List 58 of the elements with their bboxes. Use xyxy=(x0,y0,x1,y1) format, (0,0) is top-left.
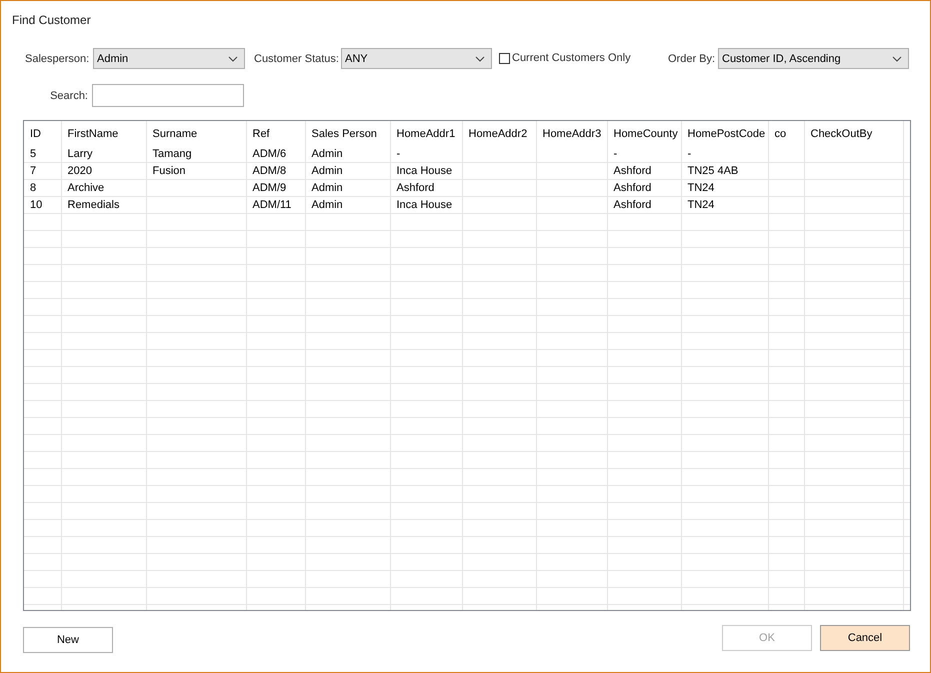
salesperson-label: Salesperson: xyxy=(25,52,90,64)
column-header[interactable]: HomeCounty xyxy=(614,128,678,140)
table-cell: 2020 xyxy=(68,165,92,177)
table-cell: Larry xyxy=(68,148,93,160)
table-cell: TN24 xyxy=(688,182,714,194)
order-by-label: Order By: xyxy=(668,52,716,64)
table-cell: ADM/9 xyxy=(252,182,286,194)
column-header[interactable]: CheckOutBy xyxy=(810,128,872,140)
column-header[interactable]: Sales Person xyxy=(312,128,377,140)
column-header[interactable]: HomeAddr1 xyxy=(396,128,456,140)
dialog-button[interactable]: New xyxy=(23,627,113,653)
table-cell: Ashford xyxy=(614,182,652,194)
salesperson-dropdown[interactable]: Admin xyxy=(93,48,245,69)
column-header[interactable]: HomeAddr2 xyxy=(468,128,528,140)
table-cell: 10 xyxy=(30,199,42,211)
table-cell: Admin xyxy=(312,199,343,211)
table-cell: Remedials xyxy=(68,199,120,211)
table-cell: TN25 4AB xyxy=(688,165,738,177)
column-header[interactable]: HomePostCode xyxy=(688,128,766,140)
chevron-icon xyxy=(892,56,902,62)
customer-status-dropdown[interactable]: ANY xyxy=(341,48,492,69)
table-cell: - xyxy=(396,148,400,160)
search-label: Search: xyxy=(49,90,88,102)
table-cell: Inca House xyxy=(396,199,452,211)
checkbox[interactable] xyxy=(499,53,510,64)
table-cell: ADM/6 xyxy=(252,148,286,160)
table-cell: Archive xyxy=(68,182,104,194)
column-header[interactable]: HomeAddr3 xyxy=(542,128,602,140)
order-by-dropdown[interactable]: Customer ID, Ascending xyxy=(718,48,909,69)
chevron-icon xyxy=(475,56,485,62)
table-cell: 7 xyxy=(30,165,36,177)
table-cell: TN24 xyxy=(688,199,714,211)
table-cell: - xyxy=(614,148,618,160)
table-cell: Ashford xyxy=(396,182,434,194)
chevron-icon xyxy=(228,56,238,62)
table-cell: Admin xyxy=(312,182,343,194)
search-field[interactable] xyxy=(92,84,244,107)
table-cell: 8 xyxy=(30,182,36,194)
column-header[interactable]: ID xyxy=(30,128,41,140)
table-cell: Ashford xyxy=(614,165,652,177)
table-cell: 5 xyxy=(30,148,36,160)
current-customers-label: Current Customers Only xyxy=(512,52,632,64)
table-cell: Fusion xyxy=(152,165,186,177)
column-header[interactable]: Ref xyxy=(252,128,270,140)
table-cell: ADM/11 xyxy=(252,199,292,211)
customer-status-label: Customer Status: xyxy=(254,52,340,64)
dialog-button[interactable]: Cancel xyxy=(820,625,910,651)
table-cell: Inca House xyxy=(396,165,452,177)
column-header[interactable]: Surname xyxy=(152,128,198,140)
table-cell: Admin xyxy=(312,165,343,177)
table-cell: Tamang xyxy=(152,148,192,160)
table-cell: Ashford xyxy=(614,199,652,211)
column-header[interactable]: FirstName xyxy=(68,128,118,140)
table-cell: ADM/8 xyxy=(252,165,286,177)
table-cell: Admin xyxy=(312,148,343,160)
table-cell: - xyxy=(688,148,692,160)
window-title: Find Customer xyxy=(12,13,91,27)
column-header[interactable]: co xyxy=(774,128,786,140)
